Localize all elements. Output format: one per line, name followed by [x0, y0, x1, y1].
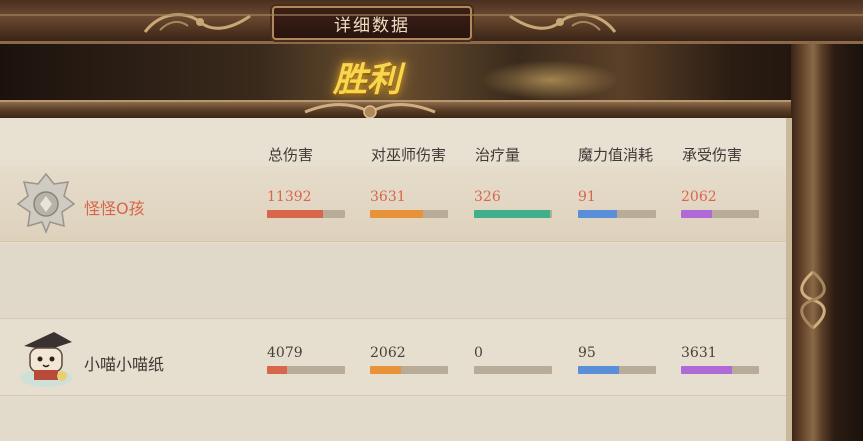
header-mana-used: 魔力值消耗: [578, 146, 654, 164]
stat-mana-used: 91: [578, 188, 658, 218]
header-damage-taken: 承受伤害: [682, 146, 743, 164]
stat-bar-track: [267, 210, 345, 218]
stat-bar-fill: [578, 366, 619, 374]
player-name: 怪怪O孩: [84, 199, 145, 218]
stat-total-damage: 4079: [267, 344, 347, 374]
stat-value: 2062: [681, 189, 717, 205]
stat-value: 11392: [267, 189, 312, 205]
stat-value: 91: [578, 189, 596, 205]
stat-bar-fill: [578, 210, 617, 218]
right-carved-pillar: [791, 44, 835, 441]
stat-bar-track: [681, 366, 759, 374]
stat-mana-used: 95: [578, 344, 658, 374]
victory-banner-background: [0, 44, 863, 106]
stat-bar-track: [578, 210, 656, 218]
scroll-ornament-right: [509, 13, 617, 33]
player-row[interactable]: 小喵小喵纸 4079 2062 0 95 3631: [0, 320, 786, 396]
stat-bar-track: [578, 366, 656, 374]
stat-bar-fill: [370, 210, 424, 218]
stat-damage-taken: 3631: [681, 344, 761, 374]
stat-value: 4079: [267, 345, 303, 361]
stat-bar-track: [370, 210, 448, 218]
match-stats-screen: 详细数据 胜利 总伤害 对巫师伤害 治疗量 魔力值消耗 承受伤害 怪怪O孩 11…: [0, 0, 863, 441]
scroll-ornament-left: [143, 13, 251, 33]
stat-bar-track: [474, 366, 552, 374]
stat-total-damage: 11392: [267, 188, 347, 218]
stat-healing: 0: [474, 344, 554, 374]
stat-bar-track: [681, 210, 759, 218]
empty-row: [0, 243, 786, 319]
window-title: 详细数据: [334, 15, 410, 36]
top-frame: 详细数据: [0, 0, 863, 44]
title-plaque: 详细数据: [272, 6, 472, 40]
stat-bar-fill: [681, 366, 732, 374]
pillar-carving: [800, 270, 826, 330]
stat-healing: 326: [474, 188, 554, 218]
header-wizard-damage: 对巫师伤害: [371, 146, 447, 164]
stat-value: 3631: [370, 189, 406, 205]
stat-damage-taken: 2062: [681, 188, 761, 218]
stat-bar-fill: [267, 210, 324, 218]
stat-value: 2062: [370, 345, 406, 361]
stat-bar-fill: [474, 210, 551, 218]
stat-value: 95: [578, 345, 596, 361]
victory-title: 胜利: [333, 60, 401, 100]
banner-light-glow: [480, 60, 620, 100]
stat-bar-fill: [370, 366, 402, 374]
cat-witch-hat-avatar-icon: [20, 332, 72, 387]
stat-bar-fill: [267, 366, 288, 374]
stat-value: 0: [474, 345, 483, 361]
header-total-damage: 总伤害: [268, 146, 314, 164]
stat-bar-fill: [681, 210, 713, 218]
stat-bar-track: [370, 366, 448, 374]
empty-row: [0, 397, 786, 441]
column-headers: 总伤害 对巫师伤害 治疗量 魔力值消耗 承受伤害: [0, 144, 792, 166]
header-healing: 治疗量: [475, 146, 521, 164]
stat-bar-track: [474, 210, 552, 218]
player-row[interactable]: 怪怪O孩 11392 3631 326 91 2062: [0, 166, 786, 242]
stat-bar-track: [267, 366, 345, 374]
stat-value: 3631: [681, 345, 717, 361]
stat-value: 326: [474, 189, 501, 205]
stat-wizard-damage: 3631: [370, 188, 450, 218]
stat-wizard-damage: 2062: [370, 344, 450, 374]
right-edge-wall: [835, 44, 863, 441]
player-name: 小喵小喵纸: [84, 355, 165, 374]
silver-crest-badge-icon: [16, 172, 76, 234]
